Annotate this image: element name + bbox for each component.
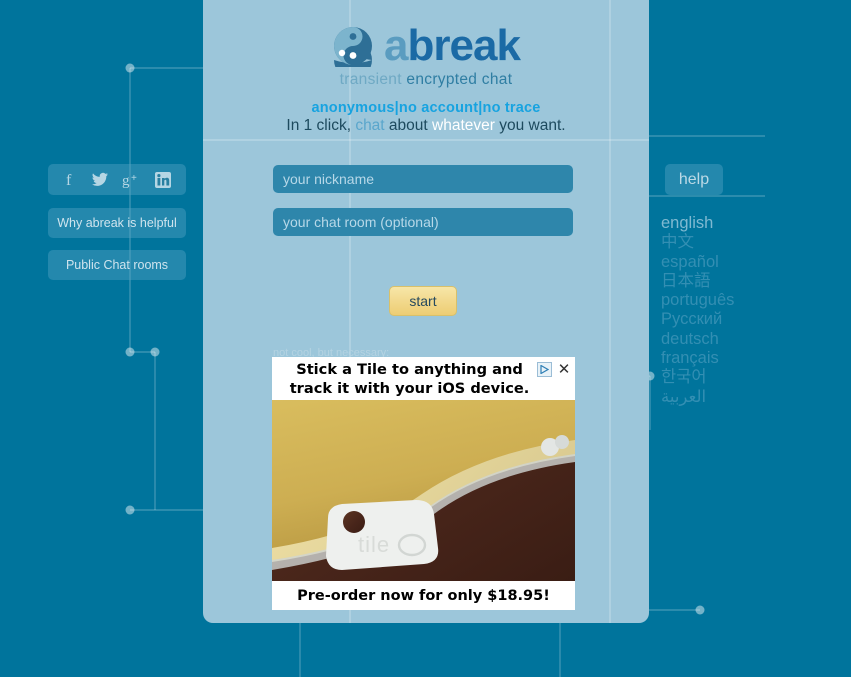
ad-footer-text: Pre-order now for only $18.95! <box>272 581 575 610</box>
tagline2-part-c: you want. <box>494 117 566 134</box>
brand-subtitle-rest: encrypted chat <box>401 71 513 88</box>
tagline-anonymous: anonymous <box>311 100 395 116</box>
language-option-korean[interactable]: 한국어 <box>661 368 781 387</box>
language-option-japanese[interactable]: 日本語 <box>661 272 781 291</box>
svg-text:+: + <box>131 173 137 184</box>
svg-text:g: g <box>122 173 130 188</box>
tagline2-part-b: about <box>384 117 433 134</box>
start-button[interactable]: start <box>389 286 457 316</box>
ad-headline-line2: track it with your iOS device. <box>289 380 530 397</box>
sidebar-item-public-chat-rooms[interactable]: Public Chat rooms <box>48 250 186 280</box>
ad-badges: ✕ <box>537 361 572 378</box>
tagline-description: In 1 click, chat about whatever you want… <box>203 117 649 135</box>
tagline2-part-a: In 1 click, <box>286 117 356 134</box>
ad-close-icon[interactable]: ✕ <box>556 361 572 378</box>
linkedin-icon[interactable] <box>155 171 172 188</box>
yinyang-icon <box>334 27 373 67</box>
language-option-spanish[interactable]: español <box>661 253 781 272</box>
ad-product-photo: tile <box>272 400 575 581</box>
logo-text-a: a <box>384 21 409 70</box>
svg-text:tile: tile <box>358 532 390 557</box>
language-option-french[interactable]: français <box>661 349 781 368</box>
sidebar-item-why-abreak[interactable]: Why abreak is helpful <box>48 208 186 238</box>
brand-logo: abreak transient encrypted chat <box>203 24 649 89</box>
language-option-russian[interactable]: Русский <box>661 310 781 329</box>
social-links-bar: f g + <box>48 164 186 195</box>
sidebar-item-public-chat-rooms-label: Public Chat rooms <box>65 258 169 272</box>
logo-text-break: break <box>407 21 521 70</box>
advertisement[interactable]: Stick a Tile to anything and track it wi… <box>272 357 575 610</box>
help-button-label: help <box>678 170 710 188</box>
help-button[interactable]: help <box>665 164 723 195</box>
language-list: english 中文 español 日本語 português Русский… <box>661 214 781 407</box>
svg-text:f: f <box>66 172 72 188</box>
adchoices-triangle-icon[interactable] <box>537 361 552 377</box>
chatroom-input[interactable] <box>273 208 573 236</box>
brand-subtitle-transient: transient <box>339 71 402 88</box>
brand-subtitle: transient encrypted chat <box>203 71 649 89</box>
page-root: abreak transient encrypted chat anonymou… <box>0 0 851 677</box>
language-option-english[interactable]: english <box>661 214 781 233</box>
tagline2-whatever: whatever <box>432 117 495 134</box>
tagline-features: anonymous|no account|no trace <box>203 100 649 116</box>
language-option-arabic[interactable]: العربية <box>661 388 781 407</box>
tagline-no-trace: no trace <box>482 100 541 116</box>
facebook-icon[interactable]: f <box>63 171 78 188</box>
sidebar-item-why-abreak-label: Why abreak is helpful <box>57 216 177 230</box>
googleplus-icon[interactable]: g + <box>122 171 141 188</box>
tagline2-chat: chat <box>355 117 385 134</box>
nickname-input[interactable] <box>273 165 573 193</box>
tagline-no-account: no account <box>398 100 479 116</box>
ad-headline-line1: Stick a Tile to anything and <box>296 361 523 378</box>
language-option-german[interactable]: deutsch <box>661 330 781 349</box>
ad-headline: Stick a Tile to anything and track it wi… <box>272 357 575 400</box>
language-option-chinese[interactable]: 中文 <box>661 233 781 252</box>
language-option-portuguese[interactable]: português <box>661 291 781 310</box>
twitter-icon[interactable] <box>91 172 109 188</box>
